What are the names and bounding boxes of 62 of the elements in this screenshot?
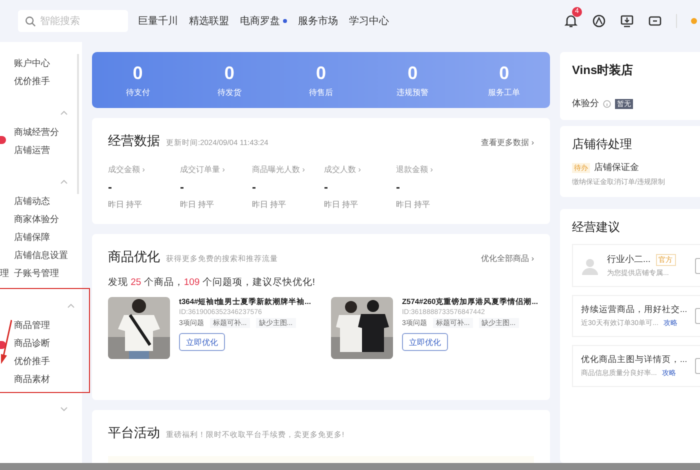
action-button[interactable] xyxy=(695,308,700,324)
stat-value: 0 xyxy=(408,62,418,84)
metric-value: - xyxy=(396,180,401,194)
menu-item[interactable]: 账户中心 xyxy=(14,56,50,70)
info-icon[interactable] xyxy=(603,100,611,108)
stat-value: 0 xyxy=(499,62,510,84)
shop-name: Vins时装店 xyxy=(572,62,634,79)
optimize-button[interactable]: 立即优化 xyxy=(402,333,448,351)
menu-item[interactable]: 店铺信息设置 xyxy=(14,248,68,262)
download-icon[interactable] xyxy=(620,14,634,28)
menu-item[interactable]: 商城经营分 xyxy=(14,126,59,138)
menu-item[interactable]: 优价推手 xyxy=(14,354,50,368)
avatar-icon xyxy=(581,256,599,274)
section-title: 平台活动 xyxy=(108,424,160,442)
nav-link[interactable]: 巨量千川 xyxy=(138,14,178,28)
menu-item[interactable]: 商品诊断 xyxy=(14,336,50,350)
metric-comparison: 昨日 持平 xyxy=(324,199,360,210)
nav-link[interactable]: 精选联盟 xyxy=(189,14,229,28)
menu-item[interactable]: 商品管理 xyxy=(14,318,50,332)
menu-item[interactable]: 商品素材 xyxy=(14,372,50,386)
action-button[interactable] xyxy=(695,258,700,274)
stat-value: 0 xyxy=(224,62,234,84)
search-field[interactable]: 智能搜索 xyxy=(18,10,128,32)
section-title: 店铺待处理 xyxy=(572,136,633,153)
metric-comparison: 昨日 持平 xyxy=(396,199,432,210)
tip-title: 持续运营商品，用好社交... xyxy=(581,304,688,316)
menu-item[interactable]: 店铺保障 xyxy=(14,230,50,244)
expert-name: 行业小二... xyxy=(607,253,651,266)
section-title: 经营数据 xyxy=(108,132,160,150)
avatar-icon[interactable] xyxy=(691,18,697,24)
menu-item[interactable]: 商家体验分 xyxy=(14,212,59,226)
summary-text: 发现 25 个商品，109 个问题项，建议尽快优化! xyxy=(108,276,316,289)
more-data-link[interactable]: 查看更多数据 › xyxy=(481,137,534,148)
metric-comparison: 昨日 持平 xyxy=(180,199,216,210)
menu-item[interactable]: 店铺运营 xyxy=(14,144,50,156)
optimize-all-link[interactable]: 优化全部商品 › xyxy=(481,253,534,264)
menu-item[interactable]: 店铺动态 xyxy=(14,194,50,208)
metric-value: - xyxy=(108,180,113,194)
section-title: 经营建议 xyxy=(572,219,621,236)
tip-title: 优化商品主图与详情页，... xyxy=(581,354,688,366)
service-icon[interactable] xyxy=(648,14,662,28)
score-label: 体验分 xyxy=(572,97,599,110)
stat-value: 0 xyxy=(316,62,326,84)
metric-comparison: 昨日 持平 xyxy=(108,199,144,210)
nav-link[interactable]: 服务市场 xyxy=(298,14,338,28)
menu-item[interactable]: 优价推手 xyxy=(14,74,50,88)
optimize-button[interactable]: 立即优化 xyxy=(179,333,225,351)
section-title: 商品优化 xyxy=(108,248,160,266)
metric-value: - xyxy=(252,180,257,194)
menu-item[interactable]: 理 xyxy=(0,266,9,280)
metric-comparison: 昨日 持平 xyxy=(252,199,288,210)
compass-icon[interactable] xyxy=(592,14,606,28)
nav-link[interactable]: 学习中心 xyxy=(349,14,389,28)
nav-link[interactable]: 电商罗盘 xyxy=(240,14,287,28)
menu-item[interactable]: 子账号管理 xyxy=(14,266,59,280)
metric-value: - xyxy=(324,180,329,194)
action-button[interactable] xyxy=(695,358,700,374)
todo-title[interactable]: 店铺保证金 xyxy=(594,161,639,174)
bell-icon[interactable] xyxy=(564,14,578,28)
annotation-arrow xyxy=(0,319,12,365)
stat-value: 0 xyxy=(132,62,143,84)
metric-value: - xyxy=(180,180,185,194)
